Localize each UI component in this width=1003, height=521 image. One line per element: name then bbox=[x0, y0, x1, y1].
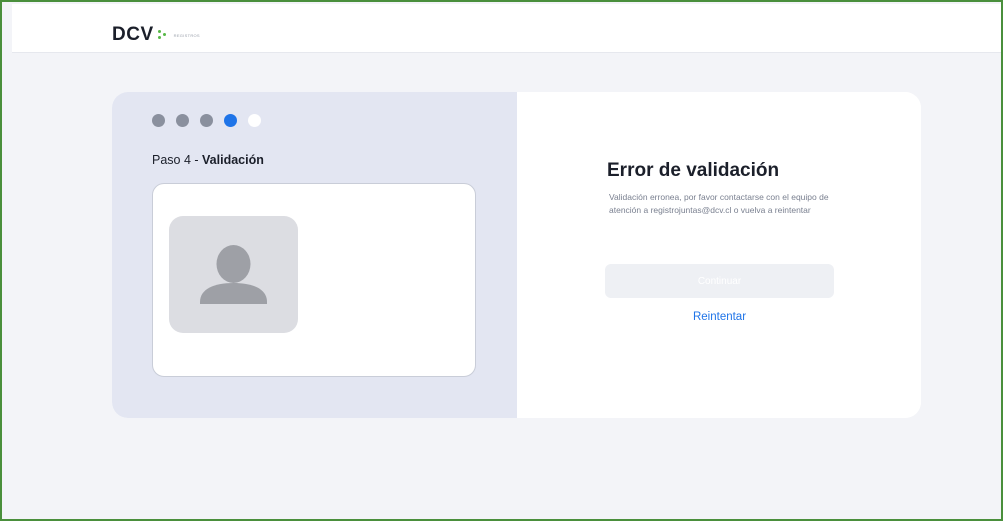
app-frame: DCV REGISTROS Paso 4 - Validación Error … bbox=[0, 0, 1003, 521]
step-number-label: Paso 4 - bbox=[152, 153, 203, 167]
step-dot-1 bbox=[152, 114, 165, 127]
step-dot-5 bbox=[248, 114, 261, 127]
retry-link[interactable]: Reintentar bbox=[605, 311, 834, 323]
logo-dots-icon bbox=[157, 30, 168, 40]
validation-card: Paso 4 - Validación Error de validación … bbox=[112, 92, 921, 418]
logo-text: DCV bbox=[112, 24, 154, 45]
dcv-logo: DCV REGISTROS bbox=[112, 24, 200, 46]
top-bar: DCV REGISTROS bbox=[12, 4, 1001, 53]
user-silhouette-icon bbox=[200, 245, 267, 304]
logo-subtitle: REGISTROS bbox=[173, 32, 200, 38]
step-name: Validación bbox=[202, 153, 264, 167]
error-title: Error de validación bbox=[607, 160, 780, 181]
error-message: Error de validación Validación erronea, … bbox=[607, 160, 847, 217]
step-dot-2 bbox=[176, 114, 189, 127]
avatar-placeholder bbox=[169, 216, 298, 333]
progress-stepper bbox=[152, 114, 261, 127]
step-dot-3 bbox=[200, 114, 213, 127]
step-panel: Paso 4 - Validación bbox=[112, 92, 517, 418]
result-panel: Error de validación Validación erronea, … bbox=[517, 92, 921, 418]
continue-button[interactable]: Continuar bbox=[605, 264, 834, 298]
error-description: Validación erronea, por favor contactars… bbox=[609, 192, 829, 215]
photo-preview-card bbox=[152, 183, 476, 377]
step-title: Paso 4 - Validación bbox=[152, 153, 264, 167]
step-dot-4-active bbox=[224, 114, 237, 127]
